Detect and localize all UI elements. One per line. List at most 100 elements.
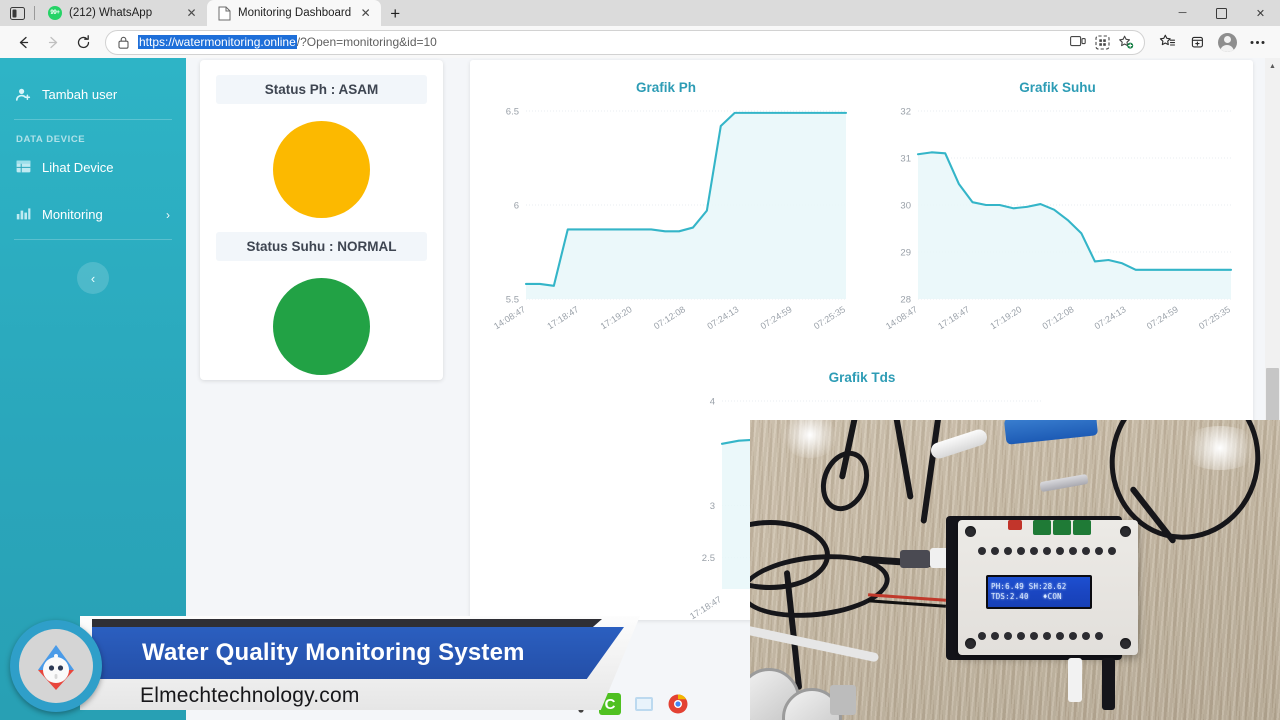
tab-actions-icon[interactable] [0,0,34,26]
screw [965,526,976,537]
red-component [1008,520,1022,530]
chart-canvas-suhu: 28 29 30 31 32 14:08:47 17:18:47 17:19:20 07:12:… [884,106,1232,331]
browser-window: 99+ (212) WhatsApp ✕ Monitoring Dashboar… [0,0,1280,720]
lcd-tds-value: TDS:2.40 [991,592,1029,601]
banner-blue-strip: Water Quality Monitoring System [92,627,624,679]
tab-monitoring-dashboard[interactable]: Monitoring Dashboard ✕ [207,0,382,26]
svg-text:07:12:08: 07:12:08 [1041,304,1076,331]
back-button[interactable] [8,29,38,55]
lcd-line-1: PH:6.49 SH:28.62 [991,582,1087,592]
close-button[interactable]: ✕ [1241,0,1280,26]
svg-text:5.5: 5.5 [506,294,519,305]
svg-text:07:24:13: 07:24:13 [705,304,740,331]
svg-text:17:18:47: 17:18:47 [688,594,723,621]
chart-grafik-ph: Grafik Ph 5.5 6 6.5 14:08:47 17:18:47 17:19:2… [470,80,862,375]
sidebar-item-lihat-device[interactable]: Lihat Device [0,153,186,182]
tab-whatsapp[interactable]: 99+ (212) WhatsApp ✕ [37,0,207,26]
table-icon [16,160,31,175]
tab-divider [34,6,35,20]
sidebar-item-tambah-user[interactable]: Tambah user [0,80,186,109]
chart-canvas-ph: 5.5 6 6.5 14:08:47 17:18:47 17:19:20 07:12:08 0… [492,106,847,331]
logo-inner [19,629,93,703]
svg-text:3: 3 [710,501,715,512]
minimize-button[interactable]: ─ [1163,0,1202,26]
tab-close-icon[interactable]: ✕ [358,6,373,21]
chevron-right-icon: › [166,207,170,222]
status-ph-label: Status Ph : ASAM [216,75,427,104]
sidebar-divider [14,239,172,240]
svg-text:14:08:47: 14:08:47 [492,304,527,331]
banner-subtitle: Elmechtechnology.com [140,684,360,707]
screw [1120,526,1131,537]
tab-collections-icon[interactable] [1182,29,1212,55]
url-selected-text: https://watermonitoring.online [138,35,297,49]
svg-text:28: 28 [900,294,911,305]
status-suhu-indicator [273,278,370,375]
svg-text:07:25:35: 07:25:35 [1197,304,1232,331]
status-card: Status Ph : ASAM Status Suhu : NORMAL [200,60,443,380]
tab-strip: 99+ (212) WhatsApp ✕ Monitoring Dashboar… [0,0,1280,26]
sidebar-item-label: Monitoring [42,207,103,222]
collections-grid-icon[interactable] [1090,31,1114,53]
status-ph-indicator [273,121,370,218]
sensor-base [830,685,856,715]
split-screen-icon[interactable] [1066,31,1090,53]
lcd-suhu-value: SH:28.62 [1028,581,1067,591]
sidebar-item-monitoring[interactable]: Monitoring › [0,200,186,229]
banner-title: Water Quality Monitoring System [142,639,525,666]
svg-text:4: 4 [710,396,715,407]
svg-text:17:19:20: 17:19:20 [599,304,634,331]
chart-bar-icon [16,207,31,222]
whatsapp-icon: 99+ [48,6,62,20]
scrollbar-up-arrow[interactable]: ▲ [1265,58,1280,75]
url-rest-text: /?Open=monitoring&id=10 [296,35,437,49]
whatsapp-badge: 99+ [50,10,60,16]
bnc-connector [900,550,930,568]
address-bar[interactable]: https://watermonitoring.online/?Open=mon… [105,29,1145,55]
usb-cable [1068,658,1082,702]
sidebar-item-label: Tambah user [42,87,118,102]
screw [1120,638,1131,649]
maximize-button[interactable] [1202,0,1241,26]
new-tab-button[interactable]: + [381,2,409,26]
status-suhu-label: Status Suhu : NORMAL [216,232,427,261]
sidebar-collapse-wrap: ‹ [0,262,186,294]
sidebar-collapse-button[interactable]: ‹ [77,262,109,294]
chart-title: Grafik Suhu [1019,80,1096,95]
screw [965,638,976,649]
browser-toolbar: https://watermonitoring.online/?Open=mon… [0,26,1280,58]
more-options-icon[interactable] [1242,29,1272,55]
chart-title: Grafik Tds [828,370,896,385]
tab-title: (212) WhatsApp [69,7,153,19]
tab-close-icon[interactable]: ✕ [184,6,199,21]
taskbar-chrome-icon[interactable] [667,693,689,715]
profile-avatar-icon[interactable] [1212,29,1242,55]
add-favorite-icon[interactable] [1114,31,1138,53]
svg-text:17:19:20: 17:19:20 [988,304,1023,331]
favorites-icon[interactable] [1152,29,1182,55]
avatar [1217,32,1237,52]
device-enclosure: PH:6.49 SH:28.62 TDS:2.40 ♦CON [958,520,1138,655]
svg-text:2.5: 2.5 [702,553,715,564]
lock-icon [116,35,131,50]
lcd-line-2: TDS:2.40 ♦CON [991,592,1087,602]
power-cable [1102,658,1115,710]
svg-text:32: 32 [900,106,911,117]
window-controls: ─ ✕ [1163,0,1280,26]
device-photo-overlay: PH:6.49 SH:28.62 TDS:2.40 ♦CON [750,420,1280,720]
svg-text:14:08:47: 14:08:47 [884,304,919,331]
svg-text:07:24:59: 07:24:59 [759,304,794,331]
svg-text:30: 30 [900,200,911,211]
sidebar-section-heading: DATA DEVICE [16,134,86,145]
sidebar-item-label: Lihat Device [42,160,114,175]
reload-button[interactable] [68,29,98,55]
svg-text:07:24:59: 07:24:59 [1145,304,1180,331]
svg-text:6: 6 [514,200,519,211]
svg-text:07:12:08: 07:12:08 [652,304,687,331]
forward-button[interactable] [38,29,68,55]
lcd-display: PH:6.49 SH:28.62 TDS:2.40 ♦CON [986,575,1092,609]
svg-text:07:24:13: 07:24:13 [1093,304,1128,331]
document-icon [218,6,231,21]
svg-text:6.5: 6.5 [506,106,519,117]
chart-title: Grafik Ph [635,80,697,95]
